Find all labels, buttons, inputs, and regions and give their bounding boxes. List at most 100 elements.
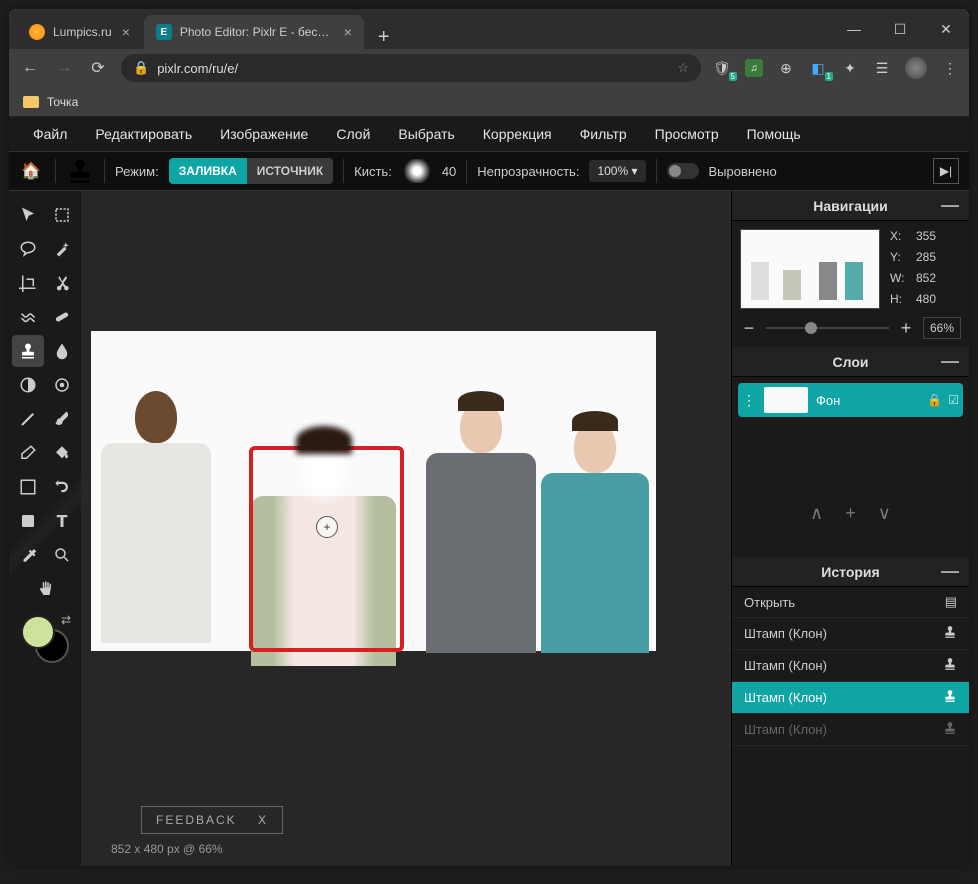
menu-edit[interactable]: Редактировать: [83, 120, 204, 148]
tool-sponge[interactable]: [46, 369, 78, 401]
zoom-in-button[interactable]: +: [897, 318, 915, 339]
close-icon[interactable]: ×: [344, 24, 352, 40]
tool-eyedropper[interactable]: [12, 539, 44, 571]
history-item[interactable]: Штамп (Клон): [732, 682, 969, 714]
tool-pointer[interactable]: [12, 199, 44, 231]
open-icon: ▤: [945, 594, 957, 610]
history-item[interactable]: Штамп (Клон): [732, 650, 969, 682]
browser-window: Lumpics.ru × E Photo Editor: Pixlr E - б…: [9, 9, 969, 866]
right-panels: Навигации — X:355 Y:285: [731, 191, 969, 866]
tool-brush[interactable]: [46, 403, 78, 435]
tab-pixlr[interactable]: E Photo Editor: Pixlr E - бесплатны ×: [144, 15, 364, 49]
tool-liquify[interactable]: [12, 301, 44, 333]
menu-layer[interactable]: Слой: [324, 120, 382, 148]
ext-music-icon[interactable]: ♫: [745, 59, 763, 77]
collapse-icon[interactable]: —: [941, 351, 959, 372]
opacity-value[interactable]: 100% ▾: [589, 160, 645, 182]
visibility-icon[interactable]: ☑: [948, 393, 959, 407]
panel-toggle-icon[interactable]: ▶|: [933, 158, 959, 184]
extensions-icon[interactable]: ✦: [841, 59, 859, 77]
menu-icon[interactable]: ⋮: [941, 59, 959, 77]
reload-button[interactable]: ⟳: [87, 58, 109, 78]
tool-clone-stamp[interactable]: [12, 335, 44, 367]
tool-wand[interactable]: [46, 233, 78, 265]
bookmarks-bar: Точка: [9, 87, 969, 117]
tool-heal[interactable]: [46, 301, 78, 333]
layer-up-icon[interactable]: ∧: [810, 503, 823, 524]
canvas[interactable]: +: [91, 331, 656, 651]
ext-cube-icon[interactable]: ◧1: [809, 59, 827, 77]
tool-fill[interactable]: [46, 437, 78, 469]
menu-help[interactable]: Помощь: [735, 120, 813, 148]
menu-image[interactable]: Изображение: [208, 120, 320, 148]
mode-source-button[interactable]: ИСТОЧНИК: [247, 158, 333, 184]
bookmark-item[interactable]: Точка: [47, 95, 78, 109]
url-input[interactable]: 🔒 pixlr.com/ru/e/ ☆: [121, 54, 701, 82]
forward-button[interactable]: →: [53, 59, 75, 77]
tool-lasso[interactable]: [12, 233, 44, 265]
add-layer-button[interactable]: +: [845, 503, 856, 524]
tool-zoom[interactable]: [46, 539, 78, 571]
tool-marquee[interactable]: [46, 199, 78, 231]
tool-blur[interactable]: [46, 335, 78, 367]
close-icon[interactable]: ×: [122, 24, 130, 40]
nav-panel-header[interactable]: Навигации —: [732, 191, 969, 221]
color-swatches[interactable]: ⇄: [21, 615, 69, 663]
tool-cut[interactable]: [46, 267, 78, 299]
tool-shape[interactable]: [12, 505, 44, 537]
ext-globe-icon[interactable]: ⊕: [777, 59, 795, 77]
close-button[interactable]: ✕: [923, 9, 969, 49]
tool-text[interactable]: [46, 505, 78, 537]
menu-adjust[interactable]: Коррекция: [471, 120, 564, 148]
aligned-toggle[interactable]: [667, 163, 699, 179]
tool-dodge[interactable]: [12, 369, 44, 401]
ext-adblock-icon[interactable]: 🛡5: [713, 59, 731, 77]
minimize-button[interactable]: —: [831, 9, 877, 49]
star-icon[interactable]: ☆: [677, 60, 689, 76]
zoom-slider[interactable]: [766, 327, 889, 329]
feedback-button[interactable]: FEEDBACK X: [141, 806, 283, 834]
zoom-out-button[interactable]: −: [740, 318, 758, 339]
foreground-color[interactable]: [21, 615, 55, 649]
history-item[interactable]: Открыть ▤: [732, 587, 969, 618]
collapse-icon[interactable]: —: [941, 195, 959, 216]
layers-panel-header[interactable]: Слои —: [732, 347, 969, 377]
reading-list-icon[interactable]: ☰: [873, 59, 891, 77]
collapse-icon[interactable]: —: [941, 561, 959, 582]
new-tab-button[interactable]: +: [366, 26, 402, 49]
x-label: X:: [890, 229, 910, 246]
drag-handle-icon[interactable]: ⋮: [742, 392, 756, 409]
swap-colors-icon[interactable]: ⇄: [61, 613, 71, 627]
history-panel-header[interactable]: История —: [732, 557, 969, 587]
maximize-button[interactable]: ☐: [877, 9, 923, 49]
tool-replace[interactable]: [46, 471, 78, 503]
mode-fill-button[interactable]: ЗАЛИВКА: [169, 158, 247, 184]
home-icon[interactable]: 🏠: [17, 157, 45, 185]
menu-select[interactable]: Выбрать: [386, 120, 466, 148]
y-value: 285: [916, 250, 961, 267]
history-item[interactable]: Штамп (Клон): [732, 714, 969, 746]
menu-filter[interactable]: Фильтр: [568, 120, 639, 148]
highlight-annotation: [249, 446, 404, 652]
tab-lumpics[interactable]: Lumpics.ru ×: [17, 15, 142, 49]
feedback-close[interactable]: X: [258, 813, 268, 827]
menu-file[interactable]: Файл: [21, 120, 79, 148]
brush-preview[interactable]: [402, 159, 432, 183]
profile-avatar[interactable]: [905, 57, 927, 79]
tool-eraser[interactable]: [12, 437, 44, 469]
tool-pen[interactable]: [12, 403, 44, 435]
lock-icon[interactable]: 🔒: [927, 393, 942, 407]
menu-view[interactable]: Просмотр: [643, 120, 731, 148]
tool-gradient[interactable]: [12, 471, 44, 503]
layers-panel: ⋮ Фон 🔒 ☑ ∧ + ∨: [732, 377, 969, 557]
lock-icon: 🔒: [133, 60, 149, 76]
navigator-thumbnail[interactable]: [740, 229, 880, 309]
tool-hand[interactable]: [29, 573, 61, 605]
back-button[interactable]: ←: [19, 59, 41, 77]
layer-down-icon[interactable]: ∨: [878, 503, 891, 524]
layer-item[interactable]: ⋮ Фон 🔒 ☑: [738, 383, 963, 417]
favicon-icon: E: [156, 24, 172, 40]
history-item[interactable]: Штамп (Клон): [732, 618, 969, 650]
tool-crop[interactable]: [12, 267, 44, 299]
titlebar: Lumpics.ru × E Photo Editor: Pixlr E - б…: [9, 9, 969, 49]
